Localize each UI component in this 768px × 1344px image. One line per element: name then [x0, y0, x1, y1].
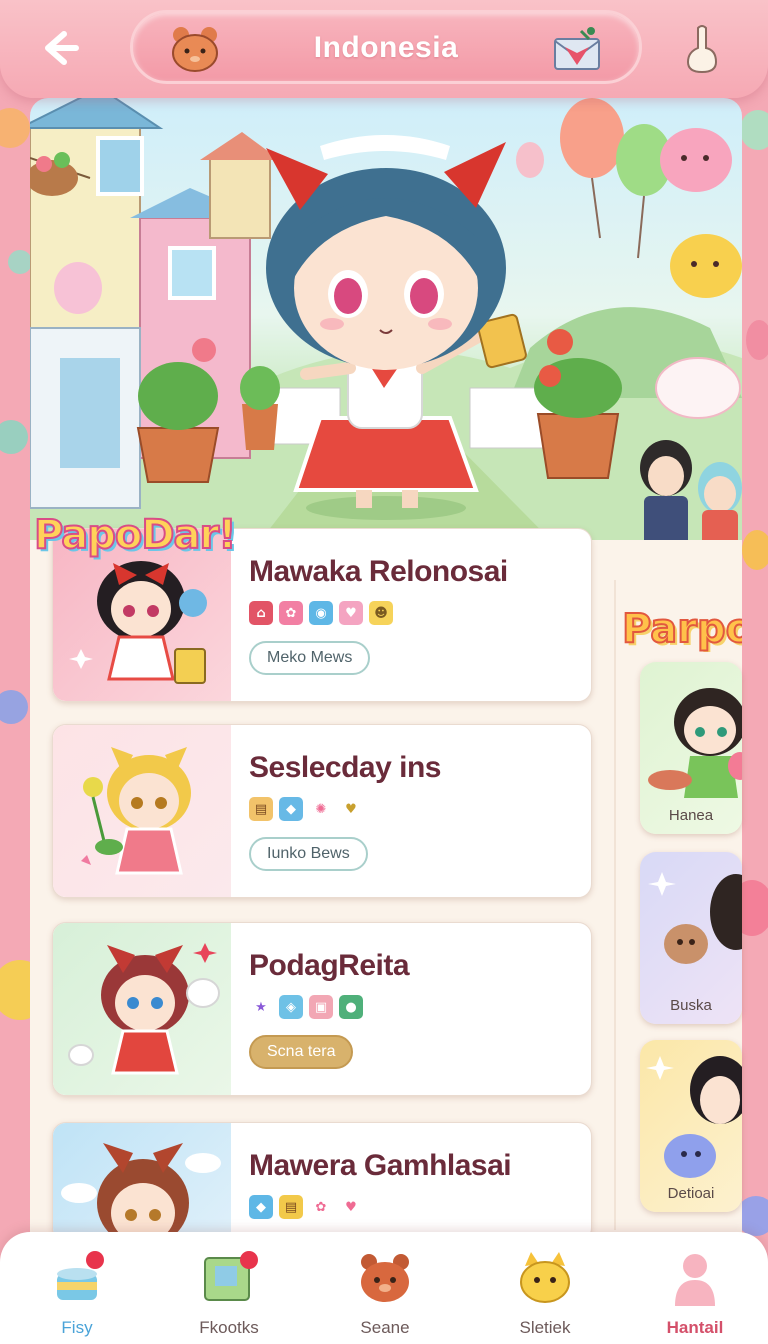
card-tag-button[interactable]: Iunko Bews — [249, 837, 368, 871]
app-header: Indonesia — [0, 0, 768, 98]
flower-icon: ✿ — [279, 601, 303, 625]
nav-tab-books[interactable]: Fkootks — [164, 1244, 294, 1340]
card-icon-row: ★ ◈ ▣ ● — [249, 995, 363, 1019]
house-icon: ⌂ — [249, 601, 273, 625]
card-thumbnail — [53, 1123, 231, 1241]
side-story-card[interactable]: Buska — [640, 852, 742, 1024]
nav-label: Seane — [360, 1318, 410, 1337]
story-card[interactable]: Mawera Gamhlasai ◆ ▤ ✿ ♥ — [52, 1122, 592, 1242]
panel-divider — [614, 580, 616, 1230]
nav-tab-sticker[interactable]: Sletiek — [480, 1244, 610, 1340]
hero-scene — [30, 98, 742, 580]
box-icon: ▣ — [309, 995, 333, 1019]
bear-icon — [361, 1254, 409, 1302]
card-icon-row: ▤ ◆ ✺ ♥ — [249, 797, 363, 821]
side-card-label: Buska — [670, 997, 712, 1014]
card-thumbnail — [53, 725, 231, 897]
card-thumbnail — [53, 923, 231, 1095]
star-icon: ★ — [249, 995, 273, 1019]
heart-icon: ♥ — [339, 797, 363, 821]
book-icon — [204, 1251, 258, 1301]
nav-tab-scene[interactable]: Seane — [320, 1244, 450, 1340]
card-title: Seslecday ins — [249, 751, 441, 784]
back-arrow-icon — [45, 31, 79, 65]
card-title: PodagReita — [249, 949, 410, 982]
nav-label: Hantail — [666, 1318, 724, 1337]
cat-icon — [520, 1252, 570, 1303]
flower-icon: ✿ — [309, 1195, 333, 1219]
nav-tab-home[interactable]: Fisy — [12, 1244, 142, 1340]
side-story-card[interactable]: Detioai — [640, 1040, 742, 1212]
bag-icon: ◉ — [309, 601, 333, 625]
bowl-icon: ● — [339, 995, 363, 1019]
cake-icon — [57, 1251, 104, 1300]
tag-icon: ◈ — [279, 995, 303, 1019]
gift-icon: ◆ — [279, 797, 303, 821]
nav-label: Sletiek — [519, 1318, 571, 1337]
profile-hand-icon[interactable] — [682, 22, 722, 76]
basket-icon: ♥ — [339, 601, 363, 625]
title-bar: Indonesia — [130, 10, 642, 84]
card-title: Mawera Gamhlasai — [249, 1149, 512, 1182]
side-badge: Parpo — [622, 606, 742, 652]
side-story-card[interactable]: Hanea — [640, 662, 742, 834]
nav-label: Fkootks — [199, 1318, 259, 1337]
card-tag-button[interactable]: Scna tera — [249, 1035, 354, 1069]
card-icon-row: ◆ ▤ ✿ ♥ — [249, 1195, 363, 1219]
hero-illustration — [30, 98, 742, 580]
side-card-label: Detioai — [667, 1185, 715, 1202]
papodar-badge: PapoDar! — [33, 511, 238, 559]
person-icon — [675, 1254, 715, 1306]
back-button[interactable] — [34, 22, 86, 74]
nav-label: Fisy — [61, 1318, 93, 1337]
character-illustration — [68, 943, 220, 1075]
card-tag-button[interactable]: Meko Mews — [249, 641, 371, 675]
bottom-navigation: Fisy Fkootks Seane Sletiek Hantail — [0, 1232, 768, 1344]
sparkle-icon: ✺ — [309, 797, 333, 821]
side-card-label: Hanea — [668, 807, 714, 824]
story-card[interactable]: Seslecday ins ▤ ◆ ✺ ♥ Iunko Bews — [52, 724, 592, 898]
story-card[interactable]: PodagReita ★ ◈ ▣ ● Scna tera — [52, 922, 592, 1096]
heart-icon: ♥ — [339, 1195, 363, 1219]
pet-icon: ☻ — [369, 601, 393, 625]
character-illustration — [81, 747, 191, 875]
mail-icon[interactable] — [551, 25, 603, 77]
character-illustration — [61, 1143, 221, 1241]
nav-tab-profile[interactable]: Hantail — [630, 1244, 760, 1340]
card-title: Mawaka Relonosai — [249, 555, 508, 588]
gift-icon: ◆ — [249, 1195, 273, 1219]
bag-icon: ▤ — [279, 1195, 303, 1219]
card-icon-row: ⌂ ✿ ◉ ♥ ☻ — [249, 601, 393, 625]
bag-icon: ▤ — [249, 797, 273, 821]
